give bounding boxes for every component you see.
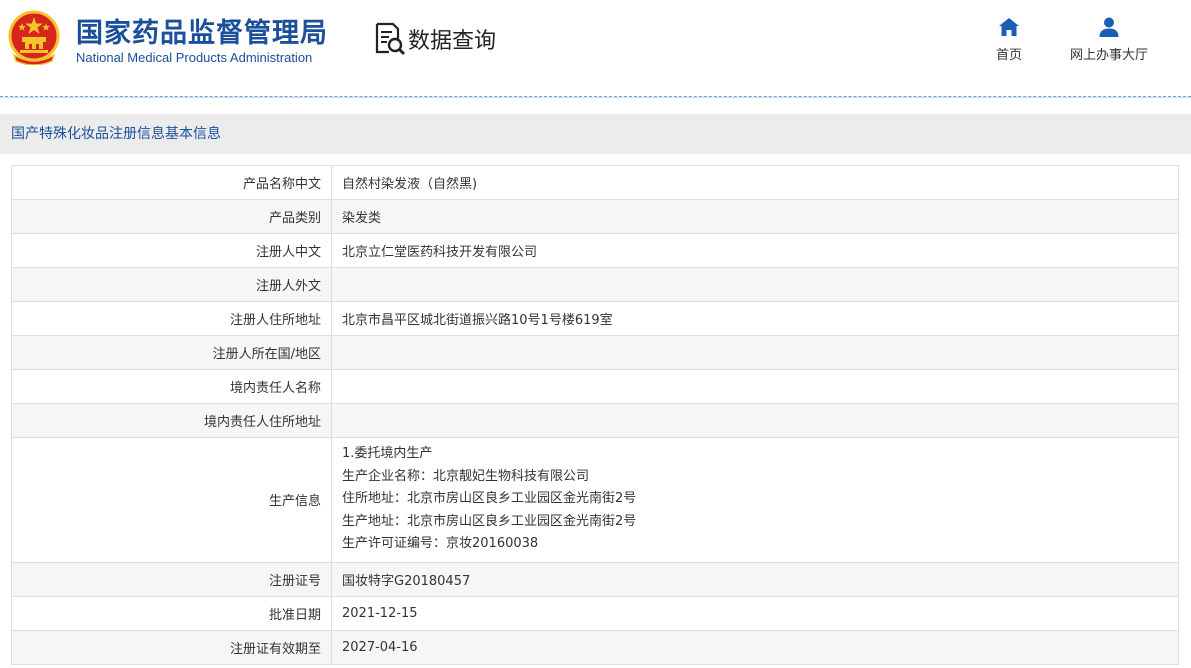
field-label: 批准日期 <box>11 595 332 631</box>
field-label: 注册人所在国/地区 <box>11 335 332 370</box>
field-value <box>331 369 1179 404</box>
nav-home-label: 首页 <box>996 48 1023 63</box>
field-value: 北京立仁堂医药科技开发有限公司 <box>331 233 1179 268</box>
field-label: 境内责任人住所地址 <box>11 403 332 438</box>
table-row: 境内责任人住所地址 <box>11 403 1179 438</box>
field-value <box>331 335 1179 370</box>
nav-online-service-hall-label: 网上办事大厅 <box>1070 48 1149 63</box>
field-label: 注册证有效期至 <box>11 629 332 665</box>
table-row: 产品类别 染发类 <box>11 199 1179 234</box>
home-icon <box>999 18 1019 36</box>
field-value: 自然村染发液（自然黑) <box>331 165 1179 200</box>
field-label: 生产信息 <box>11 437 332 563</box>
field-label: 境内责任人名称 <box>11 369 332 404</box>
production-address: 生产地址：北京市房山区良乡工业园区金光南街2号 <box>342 513 637 529</box>
table-row: 批准日期 2021-12-15 <box>11 595 1179 631</box>
registration-info-table: 产品名称中文 自然村染发液（自然黑) 产品类别 染发类 注册人中文 北京立仁堂医… <box>11 165 1179 665</box>
user-icon <box>1099 17 1119 37</box>
header-divider <box>0 96 1191 98</box>
org-name-cn: 国家药品监督管理局 <box>76 18 328 49</box>
field-label: 注册人住所地址 <box>11 301 332 336</box>
table-row: 注册证号 国妆特字G20180457 <box>11 561 1179 597</box>
field-value: 2021-12-15 <box>331 595 1179 631</box>
field-value: 2027-04-16 <box>331 629 1179 665</box>
field-label: 注册人外文 <box>11 267 332 302</box>
data-query-heading: 数据查询 <box>374 22 496 56</box>
field-value: 北京市昌平区城北街道振兴路10号1号楼619室 <box>331 301 1179 336</box>
table-row: 境内责任人名称 <box>11 369 1179 404</box>
data-query-label: 数据查询 <box>408 29 497 54</box>
field-label: 注册人中文 <box>11 233 332 268</box>
section-title: 国产特殊化妆品注册信息基本信息 <box>0 114 1191 154</box>
national-emblem-icon <box>8 10 60 65</box>
field-value: 国妆特字G20180457 <box>331 561 1179 597</box>
site-header: 国家药品监督管理局 National Medical Products Admi… <box>0 0 1191 98</box>
table-row: 注册人外文 <box>11 267 1179 302</box>
table-row: 注册人住所地址 北京市昌平区城北街道振兴路10号1号楼619室 <box>11 301 1179 336</box>
table-row: 产品名称中文 自然村染发液（自然黑) <box>11 165 1179 200</box>
manufacturer-name: 生产企业名称：北京靓妃生物科技有限公司 <box>342 468 590 484</box>
document-search-icon <box>375 22 406 56</box>
field-value <box>331 403 1179 438</box>
field-label: 注册证号 <box>11 561 332 597</box>
table-row: 注册人所在国/地区 <box>11 335 1179 370</box>
field-value <box>331 267 1179 302</box>
table-row: 注册证有效期至 2027-04-16 <box>11 629 1179 665</box>
manufacturer-address: 住所地址：北京市房山区良乡工业园区金光南街2号 <box>342 491 637 507</box>
field-label: 产品类别 <box>11 199 332 234</box>
field-label: 产品名称中文 <box>11 165 332 200</box>
production-info-value: 1.委托境内生产 生产企业名称：北京靓妃生物科技有限公司 住所地址：北京市房山区… <box>331 437 1179 563</box>
table-row: 注册人中文 北京立仁堂医药科技开发有限公司 <box>11 233 1179 268</box>
table-row-production-info: 生产信息 1.委托境内生产 生产企业名称：北京靓妃生物科技有限公司 住所地址：北… <box>11 437 1179 563</box>
nav-home[interactable]: 首页 <box>996 16 1022 63</box>
nav-online-service-hall[interactable]: 网上办事大厅 <box>1070 16 1148 63</box>
production-mode: 1.委托境内生产 <box>342 446 433 461</box>
org-name-en: National Medical Products Administration <box>76 50 313 65</box>
field-value: 染发类 <box>331 199 1179 234</box>
production-license-number: 生产许可证编号：京妆20160038 <box>342 536 539 552</box>
